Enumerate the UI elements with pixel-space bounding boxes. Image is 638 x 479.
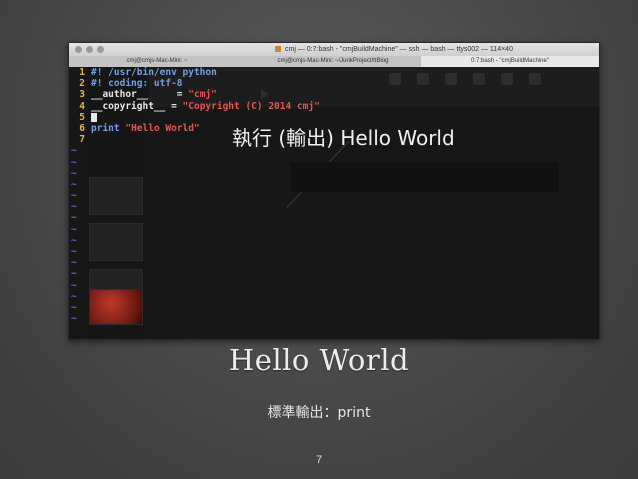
line-number: 7 (79, 134, 85, 146)
tilde-marker: ~ (71, 201, 77, 213)
tab-home[interactable]: cmj@cmjs-Mac-Mini: ~ (69, 56, 245, 67)
code-token: = (148, 89, 189, 101)
terminal-window: cmj — 0:7:bash - "cmjBuildMachine" — ssh… (68, 42, 600, 340)
tilde-marker: ~ (71, 145, 77, 157)
tilde-marker: ~ (71, 212, 77, 224)
empty-buffer-line: ~ (69, 224, 599, 235)
code-token: #! coding: utf-8 (91, 78, 183, 90)
empty-buffer-line: ~ (69, 246, 599, 257)
tilde-marker: ~ (71, 246, 77, 257)
tilde-marker: ~ (71, 313, 77, 325)
code-token: "Copyright (C) 2014 cmj" (182, 100, 320, 112)
line-number: 1 (79, 67, 85, 78)
tab-build-machine[interactable]: 0:7:bash - "cmjBuildMachine" (421, 56, 599, 67)
tilde-marker: ~ (71, 279, 77, 291)
vim-editor[interactable]: 1 #! /usr/bin/env python 2 #! coding: utf-8… (69, 67, 599, 324)
text-cursor (91, 112, 97, 122)
code-line: 3 __author__ = "cmj" (69, 89, 599, 100)
slide-subtitle: 標準輸出：print (267, 405, 371, 421)
empty-buffer-line: ~ (69, 302, 599, 313)
tilde-marker: ~ (71, 190, 77, 202)
empty-buffer-line: ~ (69, 291, 599, 302)
code-line: 4 __copyright__ = "Copyright (C) 2014 cmj… (69, 101, 599, 112)
line-number: 5 (79, 111, 85, 123)
code-token: "Hello World" (125, 122, 200, 134)
code-token: print (91, 122, 120, 134)
line-number: 3 (79, 89, 85, 101)
title-bar: cmj — 0:7:bash - "cmjBuildMachine" — ssh… (69, 43, 599, 56)
tilde-marker: ~ (71, 156, 77, 168)
empty-buffer-line: ~ (69, 257, 599, 268)
line-number: 2 (79, 78, 85, 90)
slide-heading: Hello World (228, 343, 410, 377)
tilde-marker: ~ (71, 223, 77, 235)
tilde-marker: ~ (71, 234, 77, 246)
output-annotation: 執行 (輸出) Hello World (232, 126, 455, 150)
empty-buffer-line: ~ (69, 280, 599, 291)
empty-buffer-line: ~ (69, 313, 599, 324)
page-number: 7 (315, 454, 323, 466)
empty-buffer-line: ~ (69, 212, 599, 223)
line-number: 4 (79, 100, 85, 112)
minimize-window-button[interactable] (86, 46, 93, 53)
empty-buffer-line: ~ (69, 235, 599, 246)
tilde-marker: ~ (71, 257, 77, 269)
tilde-marker: ~ (71, 178, 77, 190)
code-line: 2 #! coding: utf-8 (69, 78, 599, 89)
empty-buffer-line: ~ (69, 201, 599, 212)
home-icon (275, 46, 281, 52)
code-token: = (165, 100, 183, 112)
code-token: __copyright__ (91, 100, 166, 112)
code-token: #! /usr/bin/env python (91, 67, 217, 78)
tilde-marker: ~ (71, 167, 77, 179)
tab-bar: cmj@cmjs-Mac-Mini: ~ cmj@cmjs-Mac-Mini: … (69, 56, 599, 67)
code-token: __author__ (91, 89, 149, 101)
line-number: 6 (79, 122, 85, 134)
code-line: 1 #! /usr/bin/env python (69, 67, 599, 78)
tilde-marker: ~ (71, 301, 77, 313)
tilde-marker: ~ (71, 268, 77, 280)
annotation-backdrop (291, 162, 559, 192)
tab-ttblog[interactable]: cmj@cmjs-Mac-Mini: ~/JunkProject/ttBlog (245, 56, 421, 67)
empty-buffer-line: ~ (69, 268, 599, 279)
tilde-marker: ~ (71, 290, 77, 302)
close-window-button[interactable] (75, 46, 82, 53)
zoom-window-button[interactable] (97, 46, 104, 53)
code-token: "cmj" (188, 89, 217, 101)
window-title: cmj — 0:7:bash - "cmjBuildMachine" — ssh… (285, 46, 513, 53)
